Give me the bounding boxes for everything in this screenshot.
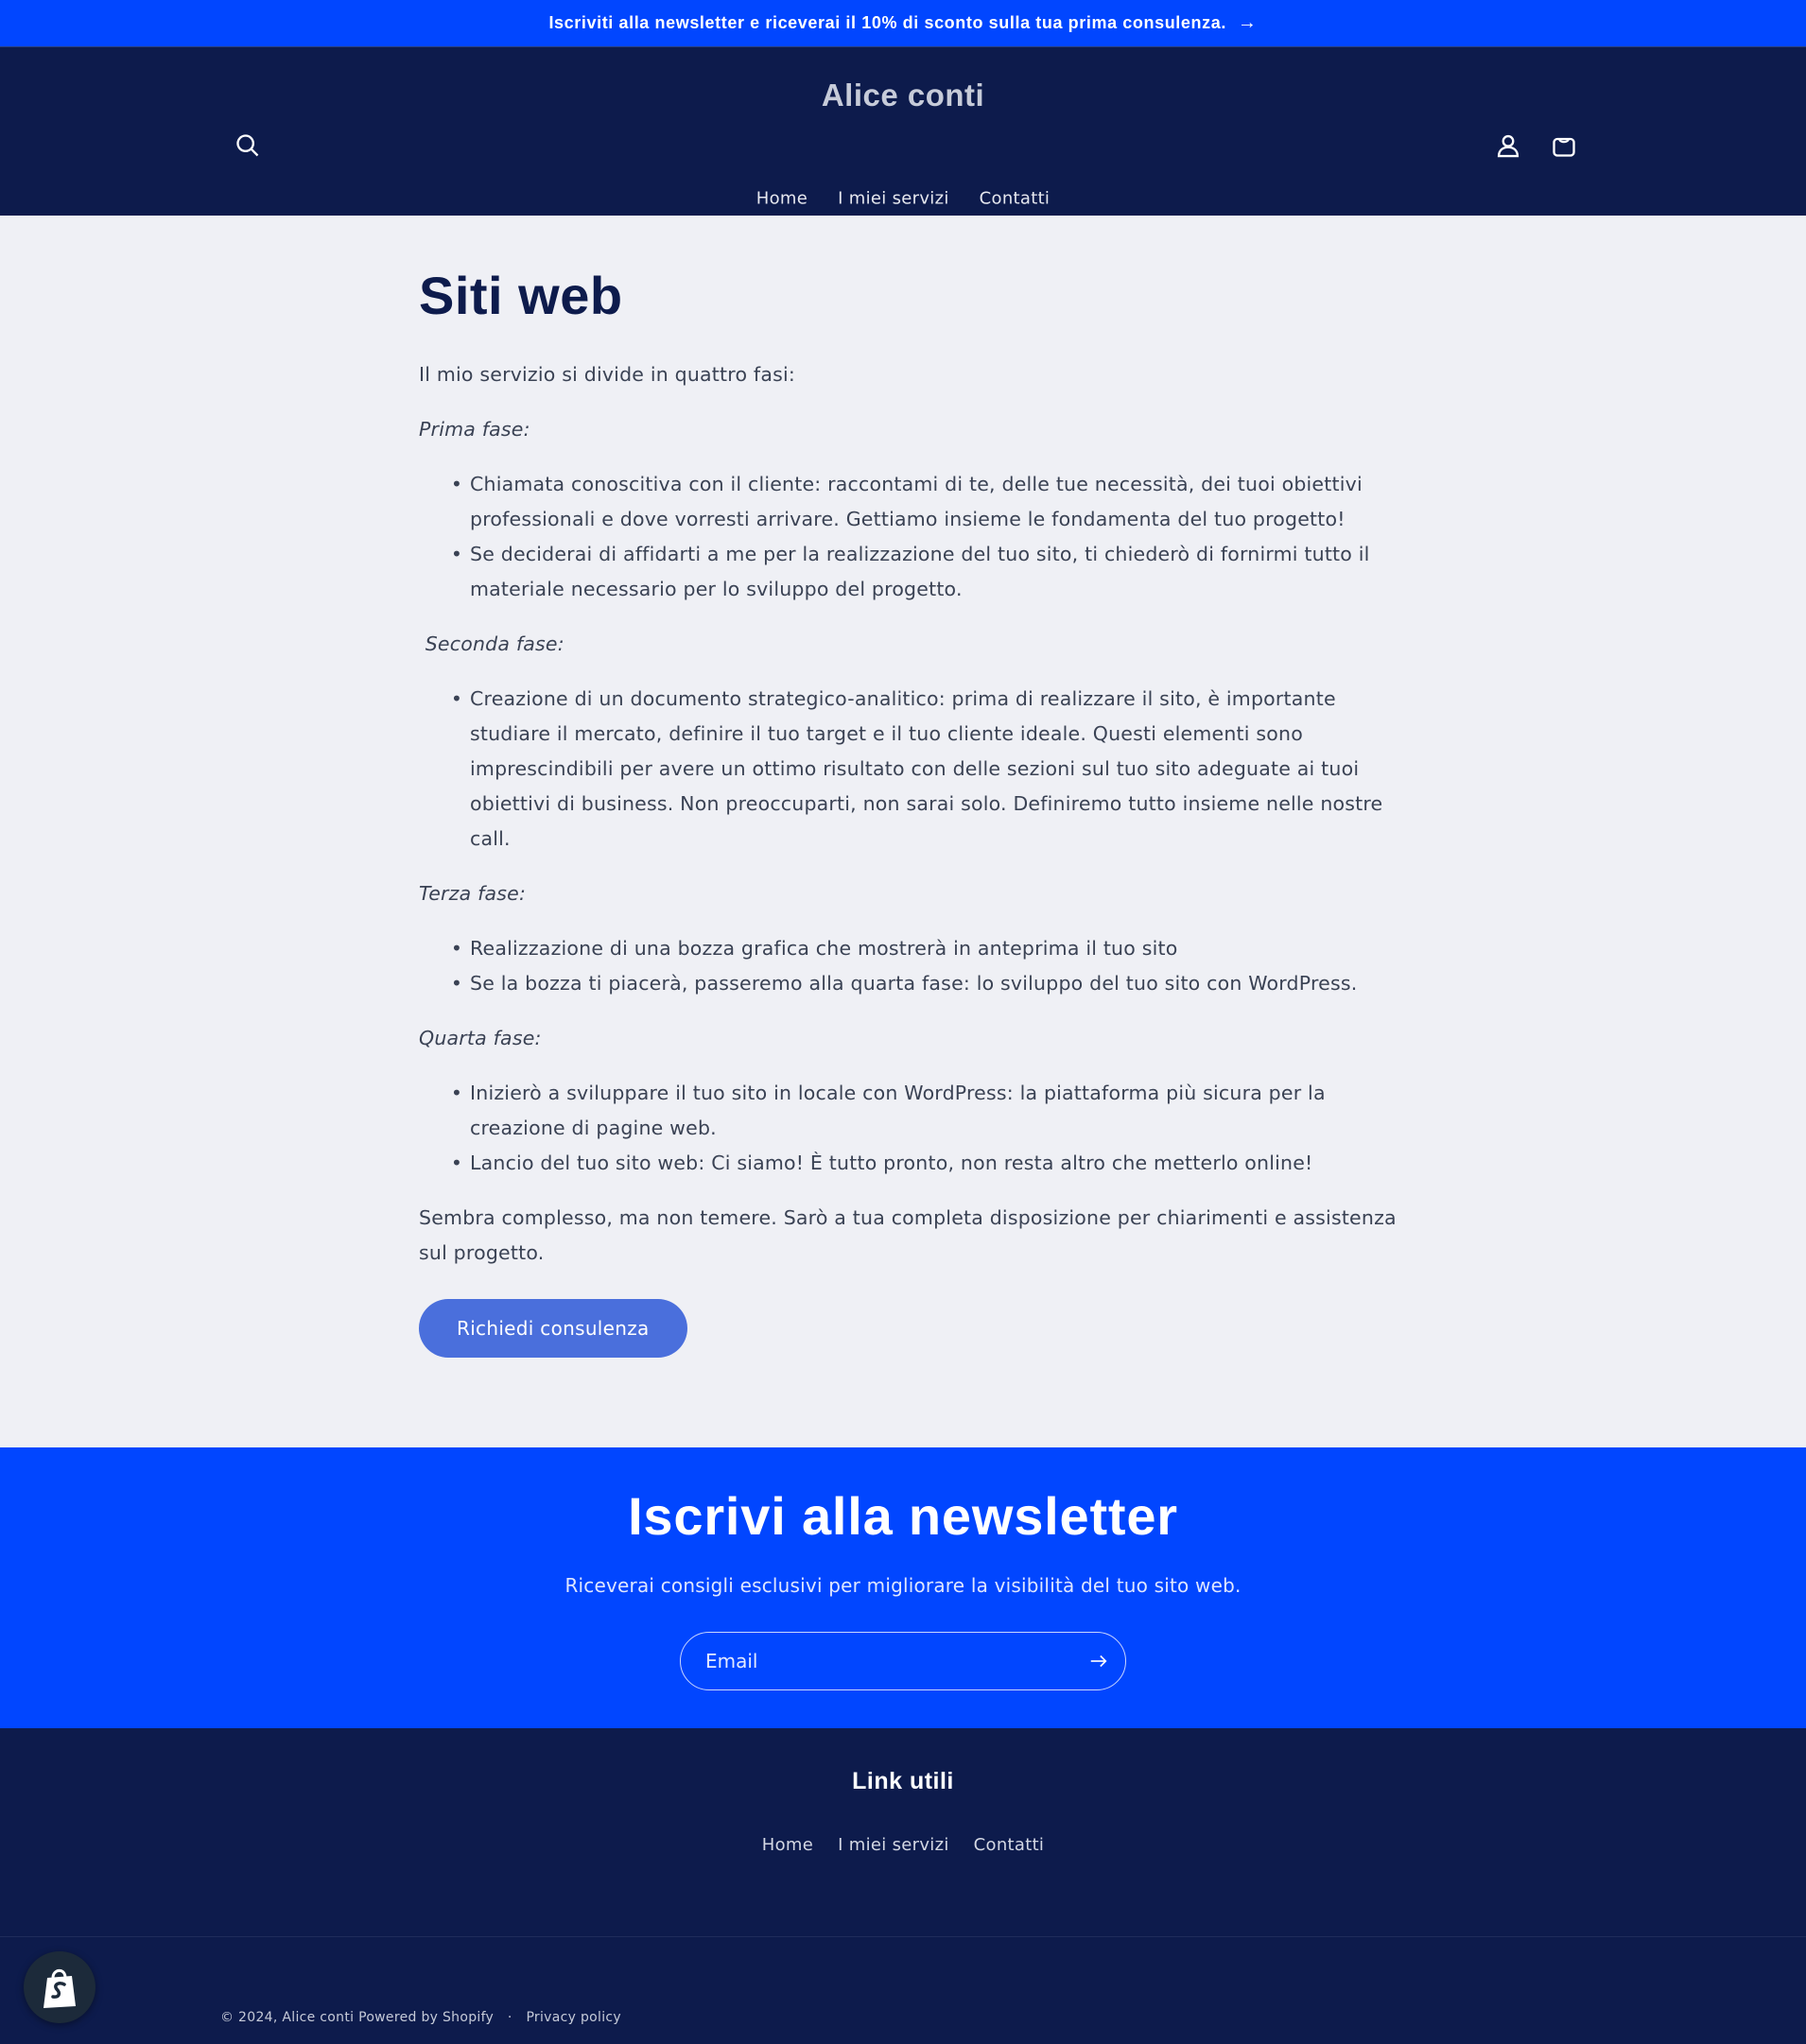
newsletter-section: Iscrivi alla newsletter Riceverai consig… — [0, 1447, 1806, 1728]
phase-label: Terza fase: — [419, 882, 527, 905]
phase-list: Creazione di un documento strategico-ana… — [419, 682, 1402, 857]
footer-divider — [0, 1936, 1806, 1937]
arrow-right-icon — [1090, 1654, 1107, 1668]
list-item: Inizierò a sviluppare il tuo sito in loc… — [443, 1076, 1402, 1146]
page-title: Siti web — [419, 266, 623, 325]
request-consultation-button[interactable]: Richiedi consulenza — [419, 1299, 687, 1358]
phase-list: Chiamata conoscitiva con il cliente: rac… — [419, 467, 1402, 607]
account-button[interactable] — [1487, 125, 1529, 166]
phase-list: Inizierò a sviluppare il tuo sito in loc… — [419, 1076, 1402, 1181]
site-logo[interactable]: Alice conti — [0, 78, 1806, 113]
announcement-bar[interactable]: Iscriviti alla newsletter e riceverai il… — [0, 0, 1806, 47]
nav-contacts[interactable]: Contatti — [980, 189, 1051, 209]
phase-label: Seconda fase: — [419, 632, 564, 655]
cart-button[interactable] — [1543, 125, 1585, 166]
powered-by-link[interactable]: Powered by Shopify — [358, 2010, 494, 2025]
separator: · — [507, 2010, 512, 2025]
search-button[interactable] — [227, 125, 269, 166]
search-icon — [236, 134, 259, 157]
list-item: Lancio del tuo sito web: Ci siamo! È tut… — [443, 1146, 1402, 1181]
arrow-right-icon: → — [1237, 12, 1258, 33]
site-footer: Link utili Home I miei servizi Contatti … — [0, 1728, 1806, 2044]
nav-services[interactable]: I miei servizi — [838, 189, 949, 209]
list-item: Se la bozza ti piacerà, passeremo alla q… — [443, 966, 1402, 1001]
newsletter-form — [680, 1632, 1126, 1690]
nav-home[interactable]: Home — [756, 189, 807, 209]
footer-nav: Home I miei servizi Contatti — [0, 1835, 1806, 1855]
privacy-policy-link[interactable]: Privacy policy — [526, 2010, 621, 2025]
phase-label: Quarta fase: — [419, 1027, 542, 1049]
shopify-badge-button[interactable] — [24, 1951, 96, 2023]
list-item: Realizzazione di una bozza grafica che m… — [443, 931, 1402, 966]
main-content: Siti web Il mio servizio si divide in qu… — [0, 216, 1806, 1447]
newsletter-submit-button[interactable] — [1072, 1635, 1125, 1688]
email-input[interactable] — [681, 1649, 1072, 1673]
footer-link-contacts[interactable]: Contatti — [974, 1835, 1045, 1855]
cart-icon — [1553, 137, 1575, 157]
closing-text: Sembra complesso, ma non temere. Sarò a … — [419, 1206, 1397, 1264]
footer-link-home[interactable]: Home — [762, 1835, 813, 1855]
footer-copyright: © 2024, Alice conti Powered by Shopify ·… — [220, 2010, 621, 2025]
list-item: Se deciderai di affidarti a me per la re… — [443, 537, 1402, 607]
newsletter-title: Iscrivi alla newsletter — [628, 1486, 1178, 1546]
list-item: Chiamata conoscitiva con il cliente: rac… — [443, 467, 1402, 537]
intro-text: Il mio servizio si divide in quattro fas… — [419, 363, 795, 386]
main-nav: Home I miei servizi Contatti — [0, 189, 1806, 209]
site-header: Alice conti Home I miei servizi Contatti — [0, 47, 1806, 216]
announcement-text: Iscriviti alla newsletter e riceverai il… — [548, 13, 1226, 32]
footer-heading: Link utili — [852, 1768, 954, 1794]
phase-list: Realizzazione di una bozza grafica che m… — [419, 931, 1402, 1001]
page-article: Siti web Il mio servizio si divide in qu… — [419, 263, 1402, 1358]
phase-label: Prima fase: — [419, 418, 530, 441]
newsletter-subtitle: Riceverai consigli esclusivi per miglior… — [564, 1574, 1242, 1597]
footer-link-services[interactable]: I miei servizi — [838, 1835, 949, 1855]
copyright-link[interactable]: © 2024, Alice conti — [220, 2010, 354, 2025]
shopify-bag-icon — [43, 1968, 76, 2008]
account-icon — [1497, 134, 1519, 158]
list-item: Creazione di un documento strategico-ana… — [443, 682, 1402, 857]
